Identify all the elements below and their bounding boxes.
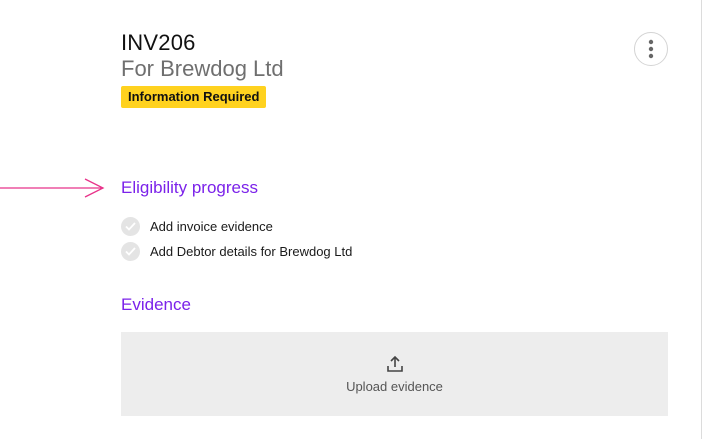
checklist-item: Add Debtor details for Brewdog Ltd — [121, 240, 352, 262]
checklist-item-label: Add Debtor details for Brewdog Ltd — [150, 243, 353, 259]
more-vertical-icon — [648, 39, 654, 59]
upload-evidence-label: Upload evidence — [346, 378, 443, 394]
upload-icon — [386, 355, 403, 372]
checklist-item-label: Add invoice evidence — [150, 218, 273, 234]
more-options-button[interactable] — [634, 32, 668, 66]
invoice-id: INV206 — [121, 30, 196, 55]
check-icon — [121, 241, 140, 261]
status-badge: Information Required — [121, 86, 267, 108]
eligibility-title: Eligibility progress — [121, 178, 258, 197]
invoice-subtitle: For Brewdog Ltd — [121, 56, 284, 81]
invoice-header: INV206 For Brewdog Ltd Information Requi… — [121, 31, 284, 108]
eligibility-checklist: Add invoice evidence Add Debtor details … — [121, 215, 352, 265]
upload-evidence-button[interactable]: Upload evidence — [121, 332, 668, 416]
evidence-title: Evidence — [121, 295, 191, 314]
pointer-arrow-icon — [0, 178, 105, 198]
check-icon — [121, 216, 140, 236]
checklist-item: Add invoice evidence — [121, 215, 352, 237]
